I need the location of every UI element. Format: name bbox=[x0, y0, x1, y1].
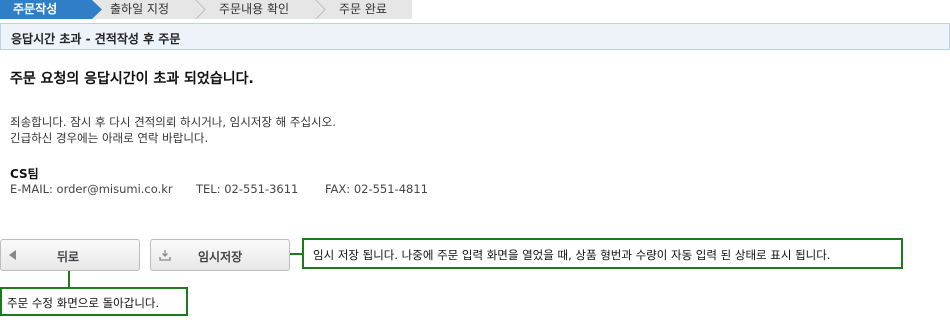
back-button-label: 뒤로 bbox=[57, 250, 80, 264]
save-tooltip-text: 임시 저장 됩니다. 나중에 주문 입력 화면을 열었을 때, 상품 형번과 수… bbox=[313, 248, 831, 262]
contact-email: E-MAIL: order@misumi.co.kr bbox=[10, 182, 173, 196]
timeout-headline: 주문 요청의 응답시간이 초과 되었습니다. bbox=[10, 71, 254, 87]
step-arrow-icon bbox=[92, 0, 102, 19]
save-temp-button[interactable]: 임시저장 bbox=[150, 239, 290, 271]
section-title: 응답시간 초과 - 견적작성 후 주문 bbox=[11, 32, 181, 46]
download-icon bbox=[159, 250, 171, 261]
arrow-left-icon bbox=[9, 250, 16, 260]
contact-fax: FAX: 02-551-4811 bbox=[325, 182, 428, 196]
section-header: 응답시간 초과 - 견적작성 후 주문 bbox=[0, 23, 950, 50]
step-shipping-date: 출하일 지정 bbox=[110, 2, 170, 16]
urgent-contact-text: 긴급하신 경우에는 아래로 연락 바랍니다. bbox=[10, 131, 209, 145]
order-steps: 주문작성 출하일 지정 주문내용 확인 주문 완료 bbox=[0, 0, 412, 19]
step-complete: 주문 완료 bbox=[339, 2, 387, 16]
step-order-entry: 주문작성 bbox=[0, 0, 92, 19]
contact-tel: TEL: 02-551-3611 bbox=[196, 182, 299, 196]
apology-text: 죄송합니다. 잠시 후 다시 견적의뢰 하시거나, 임시저장 해 주십시오. bbox=[10, 115, 336, 129]
step-arrow-icon bbox=[315, 0, 326, 19]
back-tooltip-text: 주문 수정 화면으로 돌아갑니다. bbox=[7, 296, 160, 310]
save-temp-button-label: 임시저장 bbox=[198, 250, 243, 264]
cs-team-title: CS팀 bbox=[10, 167, 39, 181]
back-tooltip: 주문 수정 화면으로 돌아갑니다. bbox=[0, 287, 188, 316]
callout-connector bbox=[68, 271, 70, 288]
back-button[interactable]: 뒤로 bbox=[0, 239, 140, 271]
step-arrow-icon bbox=[195, 0, 206, 19]
save-tooltip: 임시 저장 됩니다. 나중에 주문 입력 화면을 열었을 때, 상품 형번과 수… bbox=[302, 238, 903, 269]
step-confirm: 주문내용 확인 bbox=[219, 2, 290, 16]
